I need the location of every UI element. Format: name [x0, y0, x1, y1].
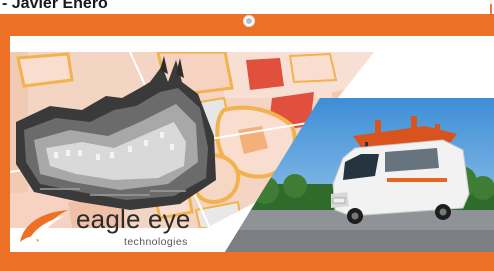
window-title-partial: - Javier Enero	[2, 0, 108, 12]
brand-name: eagle eye	[76, 204, 191, 234]
banner-frame-bottom	[0, 252, 494, 271]
eagle-eye-swoosh-icon	[20, 210, 68, 242]
brand-tagline: technologies	[124, 236, 188, 248]
drag-handle[interactable]	[243, 15, 255, 27]
window-title-strip: - Javier Enero	[0, 0, 494, 14]
scrollbar-edge	[490, 4, 492, 14]
survey-van-photo	[225, 98, 494, 252]
banner-panel: eagle eye technologies	[10, 36, 494, 252]
